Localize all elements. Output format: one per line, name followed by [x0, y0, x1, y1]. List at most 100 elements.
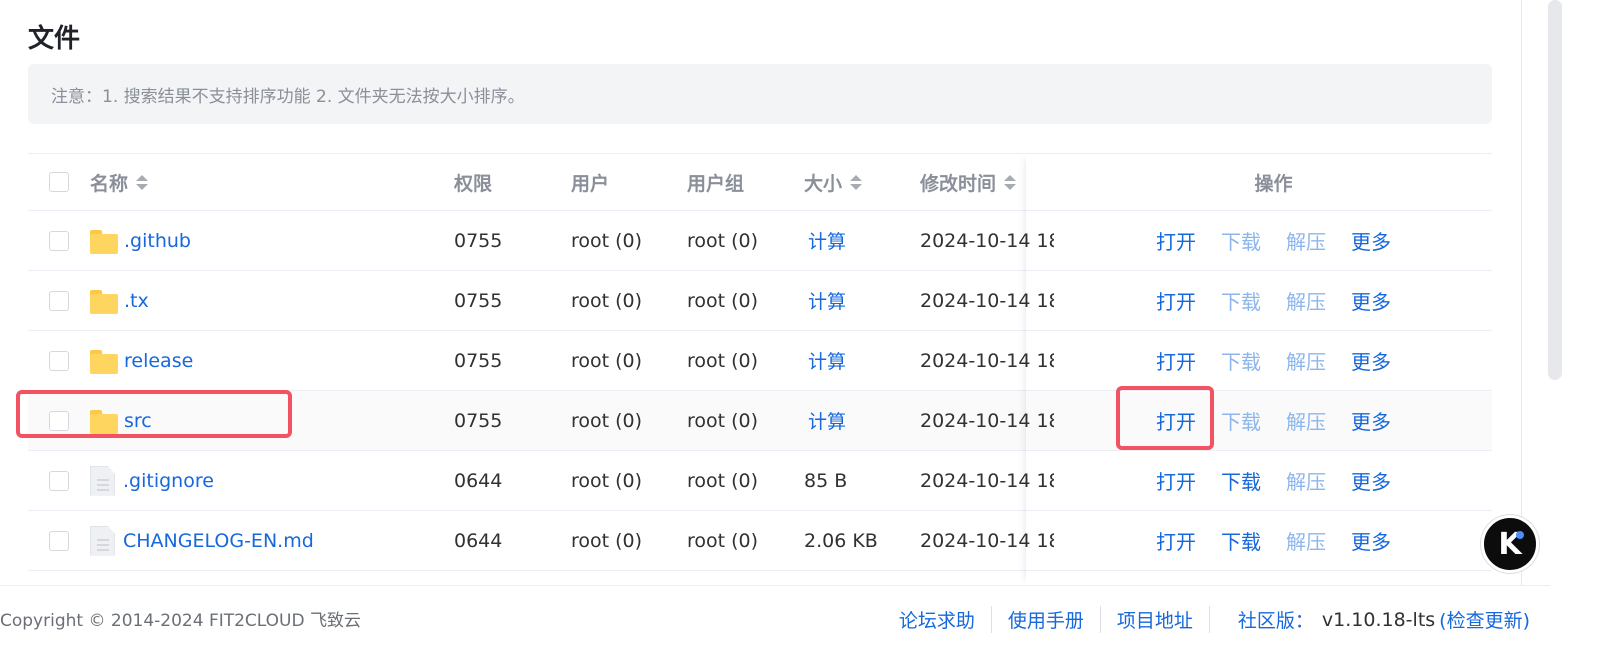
- more-button[interactable]: 更多: [1351, 406, 1391, 435]
- more-button[interactable]: 更多: [1351, 286, 1391, 315]
- row-checkbox[interactable]: [49, 470, 69, 491]
- group-cell: root (0): [687, 349, 759, 372]
- unzip-button[interactable]: 解压: [1286, 406, 1326, 435]
- column-header-permission: 权限: [454, 172, 493, 195]
- open-button[interactable]: 打开: [1156, 226, 1196, 255]
- sort-icon[interactable]: [1004, 174, 1017, 190]
- row-checkbox[interactable]: [49, 530, 69, 551]
- calculate-size-link[interactable]: 计算: [808, 347, 846, 374]
- unzip-button[interactable]: 解压: [1286, 286, 1326, 315]
- permission-cell: 0755: [454, 289, 503, 312]
- page-title: 文件: [28, 24, 81, 54]
- copyright: Copyright © 2014-2024 FIT2CLOUD 飞致云: [0, 611, 361, 631]
- permission-cell: 0755: [454, 349, 503, 372]
- more-button[interactable]: 更多: [1351, 226, 1391, 255]
- permission-cell: 0755: [454, 409, 503, 432]
- unzip-button[interactable]: 解压: [1286, 526, 1326, 555]
- more-button[interactable]: 更多: [1351, 466, 1391, 495]
- footer-link-manual[interactable]: 使用手册: [992, 606, 1101, 633]
- download-button[interactable]: 下载: [1221, 526, 1261, 555]
- group-cell: root (0): [687, 229, 759, 252]
- unzip-button[interactable]: 解压: [1286, 346, 1326, 375]
- table-row[interactable]: .github 0755 root (0) root (0) 计算 2024-1…: [28, 211, 1492, 271]
- download-button[interactable]: 下载: [1221, 226, 1261, 255]
- calculate-size-link[interactable]: 计算: [808, 407, 846, 434]
- download-button[interactable]: 下载: [1221, 286, 1261, 315]
- row-checkbox[interactable]: [49, 230, 69, 251]
- table-row[interactable]: src 0755 root (0) root (0) 计算 2024-10-14…: [28, 391, 1492, 451]
- permission-cell: 0644: [454, 469, 503, 492]
- more-button[interactable]: 更多: [1351, 346, 1391, 375]
- unzip-button[interactable]: 解压: [1286, 226, 1326, 255]
- folder-icon: [90, 289, 118, 314]
- modified-cell: 2024-10-14 18: [920, 469, 1054, 492]
- open-button[interactable]: 打开: [1156, 346, 1196, 375]
- file-name-link[interactable]: release: [124, 350, 193, 372]
- more-button[interactable]: 更多: [1351, 526, 1391, 555]
- folder-icon: [90, 409, 118, 434]
- column-header-size[interactable]: 大小: [804, 154, 863, 210]
- download-button[interactable]: 下载: [1221, 346, 1261, 375]
- notice-text: 注意：1. 搜索结果不支持排序功能 2. 文件夹无法按大小排序。: [51, 86, 525, 107]
- open-button[interactable]: 打开: [1156, 526, 1196, 555]
- open-button[interactable]: 打开: [1156, 286, 1196, 315]
- row-checkbox[interactable]: [49, 290, 69, 311]
- modified-cell: 2024-10-14 18: [920, 529, 1054, 552]
- assistant-float-button[interactable]: K: [1481, 515, 1539, 573]
- group-cell: root (0): [687, 289, 759, 312]
- user-cell: root (0): [571, 229, 643, 252]
- calculate-size-link[interactable]: 计算: [808, 227, 846, 254]
- open-button[interactable]: 打开: [1156, 466, 1196, 495]
- download-button[interactable]: 下载: [1221, 406, 1261, 435]
- group-cell: root (0): [687, 469, 759, 492]
- user-cell: root (0): [571, 529, 643, 552]
- row-checkbox[interactable]: [49, 410, 69, 431]
- calculate-size-link[interactable]: 计算: [808, 287, 846, 314]
- open-button[interactable]: 打开: [1156, 406, 1196, 435]
- file-name-link[interactable]: src: [124, 410, 152, 432]
- permission-cell: 0644: [454, 529, 503, 552]
- version-number: v1.10.18-lts: [1321, 608, 1436, 631]
- sort-icon[interactable]: [136, 174, 149, 190]
- table-row[interactable]: .tx 0755 root (0) root (0) 计算 2024-10-14…: [28, 271, 1492, 331]
- row-checkbox[interactable]: [49, 350, 69, 371]
- column-header-actions: 操作: [1254, 172, 1293, 195]
- user-cell: root (0): [571, 469, 643, 492]
- sort-icon[interactable]: [850, 174, 863, 190]
- file-icon: [90, 465, 115, 496]
- column-header-name[interactable]: 名称: [90, 154, 149, 210]
- column-header-group: 用户组: [687, 172, 745, 195]
- file-name-link[interactable]: .gitignore: [123, 470, 214, 492]
- column-header-user: 用户: [571, 172, 610, 195]
- file-name-link[interactable]: .github: [124, 230, 191, 252]
- group-cell: root (0): [687, 529, 759, 552]
- file-icon: [90, 525, 115, 556]
- user-cell: root (0): [571, 409, 643, 432]
- user-cell: root (0): [571, 289, 643, 312]
- file-name-link[interactable]: CHANGELOG-EN.md: [123, 530, 314, 552]
- footer-link-project[interactable]: 项目地址: [1101, 606, 1210, 633]
- table-row[interactable]: .gitignore 0644 root (0) root (0) 85 B 2…: [28, 451, 1492, 511]
- footer: Copyright © 2014-2024 FIT2CLOUD 飞致云 论坛求助…: [0, 585, 1550, 660]
- notice-banner: 注意：1. 搜索结果不支持排序功能 2. 文件夹无法按大小排序。: [28, 64, 1492, 124]
- modified-cell: 2024-10-14 18: [920, 409, 1054, 432]
- modified-cell: 2024-10-14 18: [920, 229, 1054, 252]
- file-size: 2.06 KB: [804, 529, 878, 552]
- modified-cell: 2024-10-14 18: [920, 289, 1054, 312]
- check-update-link[interactable]: (检查更新): [1439, 606, 1530, 633]
- file-name-link[interactable]: .tx: [124, 290, 149, 312]
- status-dot-icon: [1516, 531, 1524, 539]
- table-header: 名称 权限 用户 用户组 大小 修改时间 操作: [28, 153, 1492, 211]
- file-table: 名称 权限 用户 用户组 大小 修改时间 操作 .github 0755 roo…: [28, 153, 1492, 571]
- scrollbar-thumb[interactable]: [1548, 0, 1562, 380]
- unzip-button[interactable]: 解压: [1286, 466, 1326, 495]
- user-cell: root (0): [571, 349, 643, 372]
- footer-links: 论坛求助 使用手册 项目地址 社区版： v1.10.18-lts (检查更新): [883, 606, 1530, 633]
- footer-link-forum[interactable]: 论坛求助: [883, 606, 992, 633]
- select-all-checkbox[interactable]: [49, 172, 69, 192]
- table-row[interactable]: release 0755 root (0) root (0) 计算 2024-1…: [28, 331, 1492, 391]
- download-button[interactable]: 下载: [1221, 466, 1261, 495]
- permission-cell: 0755: [454, 229, 503, 252]
- column-header-modified[interactable]: 修改时间: [920, 154, 1054, 210]
- table-row[interactable]: CHANGELOG-EN.md 0644 root (0) root (0) 2…: [28, 511, 1492, 571]
